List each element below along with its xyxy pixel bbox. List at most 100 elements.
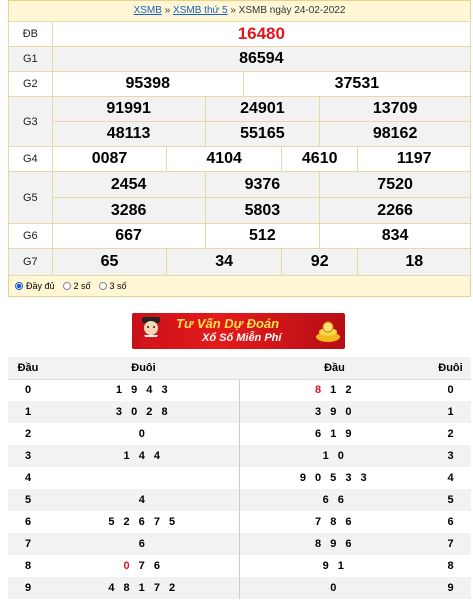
- loto-head-digit: 9: [8, 577, 48, 599]
- tail-digits: 6: [138, 538, 148, 550]
- prize-g7-number: 18: [357, 248, 471, 276]
- prize-label-g3: G3: [8, 96, 53, 147]
- loto-head-digit: 5: [8, 489, 48, 511]
- tail-digits: 1 4 4: [123, 450, 163, 462]
- tail-digit: 8: [447, 560, 454, 572]
- tail-digit: 5: [447, 494, 454, 506]
- loto-tail-digit: 3: [430, 445, 471, 467]
- tail-digit: 6: [447, 516, 454, 528]
- tail-digits: 5 2 6 7 5: [108, 516, 179, 528]
- display-options: Đầy đủ 2 số 3 số: [8, 276, 471, 297]
- loto-head-values: 9 0 5 3 3: [238, 467, 430, 489]
- head-digits: 8 9 6: [315, 538, 355, 550]
- option-full[interactable]: Đầy đủ: [15, 276, 55, 296]
- loto-row: 0 1 9 4 3 8 1 2 0: [8, 379, 471, 401]
- loto-tail-digit: 0: [430, 379, 471, 401]
- head-digit: 8: [24, 560, 32, 572]
- breadcrumb-current: XSMB ngày 24-02-2022: [238, 5, 346, 16]
- head-digit: 9: [24, 582, 32, 594]
- prize-g5-number: 2266: [319, 197, 471, 224]
- gold-coins-icon: [316, 321, 340, 342]
- prize-g6-number: 834: [319, 223, 471, 249]
- loto-row: 8 0 7 6 9 1 8: [8, 555, 471, 577]
- loto-row: 5 4 6 6 5: [8, 489, 471, 511]
- banner-subtitle: Xổ Số Miễn Phí: [202, 332, 282, 344]
- head-digits: 9 1: [322, 560, 347, 572]
- prize-g1-number: 86594: [51, 46, 472, 72]
- prize-g5-number: 5803: [204, 197, 321, 224]
- tail-digits: 4: [138, 494, 148, 506]
- prize-g3-number: 98162: [319, 121, 471, 147]
- head-digits: 1 0: [322, 450, 347, 462]
- loto-tail-digit: 6: [430, 511, 471, 533]
- loto-tail-values: [48, 467, 239, 489]
- loto-head-digit: 8: [8, 555, 48, 577]
- prize-g4-number: 0087: [51, 146, 168, 172]
- loto-header-dau: Đầu: [8, 357, 48, 380]
- loto-tail-digit: 5: [430, 489, 471, 511]
- prize-g5-number: 3286: [51, 197, 206, 224]
- prize-label-g2: G2: [8, 71, 53, 97]
- prize-g4-number: 4610: [280, 146, 359, 172]
- radio-full-icon[interactable]: [15, 282, 23, 290]
- prize-g3-number: 48113: [51, 121, 206, 147]
- loto-head-digit: 7: [8, 533, 48, 555]
- loto-row: 7 6 8 9 6 7: [8, 533, 471, 555]
- loto-head-values: 0: [238, 577, 430, 599]
- tail-digit: 4: [447, 472, 454, 484]
- prize-label-db: ĐB: [8, 21, 53, 47]
- loto-row: 6 5 2 6 7 5 7 8 6 6: [8, 511, 471, 533]
- radio-three-icon[interactable]: [98, 282, 107, 290]
- option-three-label: 3 số: [109, 281, 127, 291]
- loto-head-values: 8 9 6: [238, 533, 430, 555]
- loto-head-values: 3 9 0: [238, 401, 430, 423]
- head-digit: 7: [24, 538, 32, 550]
- tail-digits: 0: [138, 428, 148, 440]
- prize-label-g1: G1: [8, 46, 53, 72]
- loto-tail-digit: 8: [430, 555, 471, 577]
- banner-title: Tư Vấn Dự Đoán: [176, 316, 280, 331]
- god-of-wealth-icon: [140, 317, 162, 347]
- tail-digits: 3 0 2 8: [115, 406, 171, 418]
- loto-head-values: 6 6: [238, 489, 430, 511]
- head-digits: 1 2: [324, 384, 355, 397]
- head-digits: 9 0 5 3 3: [299, 472, 370, 484]
- prize-g6-number: 667: [51, 223, 206, 249]
- loto-head-digit: 2: [8, 423, 48, 445]
- option-two-digits[interactable]: 2 số: [62, 276, 91, 296]
- breadcrumb-link-xsmb-thu5[interactable]: XSMB thứ 5: [173, 5, 228, 16]
- breadcrumb-link-xsmb[interactable]: XSMB: [134, 5, 162, 16]
- prize-g4-number: 1197: [357, 146, 471, 172]
- loto-tail-values: 1 4 4: [48, 445, 239, 467]
- loto-tail-values: 3 0 2 8: [48, 401, 239, 423]
- prize-label-g7: G7: [8, 248, 53, 276]
- loto-tail-values: 0 7 6: [48, 555, 239, 577]
- loto-row: 9 4 8 1 7 2 0 9: [8, 577, 471, 599]
- loto-head-values: 8 1 2: [238, 379, 430, 401]
- prediction-banner[interactable]: Tư Vấn Dự Đoán Xổ Số Miễn Phí: [132, 313, 345, 349]
- prize-g7-number: 34: [166, 248, 282, 276]
- special-digit: 8: [315, 384, 325, 397]
- prize-label-g4: G4: [8, 146, 53, 172]
- loto-table: Đầu Đuôi Đầu Đuôi 0 1 9 4 3 8 1 2 0 1 3 0 2 8…: [8, 357, 471, 599]
- loto-tail-values: 1 9 4 3: [48, 379, 239, 401]
- loto-tail-digit: 9: [430, 577, 471, 599]
- prize-g5-number: 9376: [204, 171, 321, 198]
- prize-db-number: 16480: [51, 21, 472, 47]
- loto-tail-values: 6: [48, 533, 239, 555]
- option-full-label: Đầy đủ: [26, 281, 55, 291]
- loto-header-dau-right: Đầu: [239, 357, 430, 380]
- loto-head-digit: 4: [8, 467, 48, 489]
- head-digit: 0: [24, 384, 32, 397]
- loto-head-values: 6 1 9: [238, 423, 430, 445]
- prize-g3-number: 13709: [319, 96, 471, 122]
- breadcrumb-separator: »: [164, 5, 171, 16]
- head-digits: 6 1 9: [315, 428, 355, 440]
- prize-g5-number: 2454: [51, 171, 206, 198]
- loto-head-digit: 1: [8, 401, 48, 423]
- loto-tail-digit: 7: [430, 533, 471, 555]
- tail-digits: 1 9 4 3: [115, 384, 171, 397]
- special-digit: 0: [123, 560, 133, 572]
- radio-two-icon[interactable]: [62, 282, 71, 290]
- option-three-digits[interactable]: 3 số: [98, 276, 127, 296]
